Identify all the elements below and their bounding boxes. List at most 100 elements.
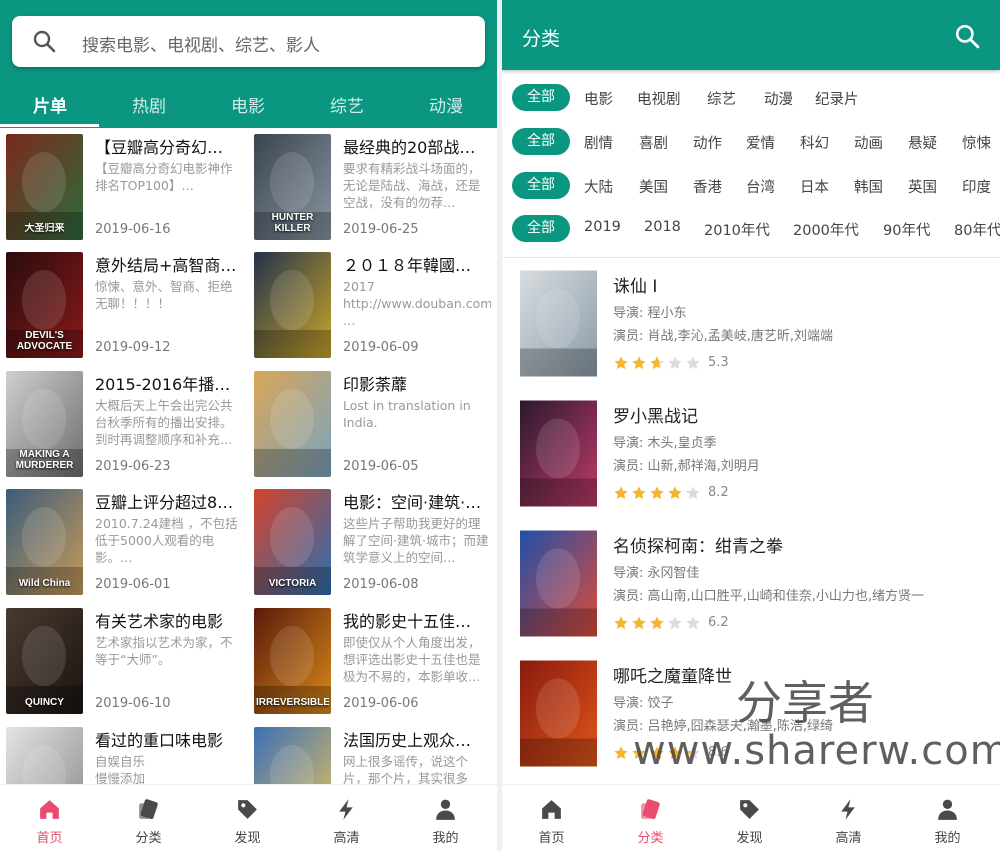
playlist-title: 电影：空间·建筑·… — [343, 493, 482, 512]
playlist-card[interactable]: 印影荼蘼 Lost in translation in India. 2019-06… — [248, 365, 490, 480]
movie-item[interactable]: 名侦探柯南：绀青之拳 导演: 永冈智佳 演员: 高山南,山口胜平,山崎和佳奈,小山力… — [502, 518, 1000, 648]
filter-option[interactable]: 英国 — [908, 176, 937, 197]
tab-playlists[interactable]: 片单 — [0, 92, 100, 117]
poster-text: DEVIL'S ADVOCATE — [16, 330, 73, 352]
filter-option[interactable]: 科幻 — [800, 132, 829, 153]
playlist-poster[interactable] — [254, 371, 331, 477]
filter-option[interactable]: 电影 — [584, 88, 613, 109]
nav-item-lightning[interactable]: 高清 — [297, 785, 396, 851]
playlist-card[interactable]: 大圣归来 【豆瓣高分奇幻… 【豆瓣高分奇幻电影神作排名TOP100】… 2019-06… — [0, 128, 242, 243]
filter-all-pill[interactable]: 全部 — [512, 215, 570, 242]
playlist-card[interactable]: VICTORIA 电影：空间·建筑·… 这些片子帮助我更好的理解了空间·建筑·城市；… — [248, 483, 490, 598]
filter-option[interactable]: 爱情 — [746, 132, 775, 153]
playlist-title: 2015-2016年播… — [95, 375, 231, 394]
bottom-nav: 首页 分类 发现 高清 我的 — [0, 784, 497, 851]
filter-option[interactable]: 80年代 — [954, 219, 1000, 240]
playlist-date: 2019-06-16 — [95, 222, 171, 237]
filter-option[interactable]: 美国 — [639, 176, 668, 197]
filter-option[interactable]: 2010年代 — [704, 219, 770, 240]
star-icon — [631, 745, 647, 761]
movie-item[interactable]: 诛仙 Ⅰ 导演: 程小东 演员: 肖战,李沁,孟美岐,唐艺昕,刘端端 5.3 — [502, 258, 1000, 388]
search-icon[interactable] — [32, 29, 56, 53]
nav-item-tag[interactable]: 发现 — [198, 785, 297, 851]
movie-item[interactable]: 哪吒之魔童降世 导演: 饺子 演员: 吕艳婷,囧森瑟夫,瀚墨,陈浩,绿绮 8.6 — [502, 648, 1000, 778]
playlist-card[interactable]: 法国历史上观众… 网上很多谣传，说这个片，那个片，其实很多 — [248, 721, 490, 784]
tab-hot-series[interactable]: 热剧 — [99, 92, 199, 117]
filter-option[interactable]: 90年代 — [883, 219, 930, 240]
search-icon[interactable] — [954, 23, 980, 49]
filter-option[interactable]: 电视剧 — [637, 88, 681, 109]
movie-poster[interactable] — [520, 400, 597, 507]
filter-option[interactable]: 动画 — [854, 132, 883, 153]
playlist-card[interactable]: IRREVERSIBLE 我的影史十五佳… 即使仅从个人角度出发，想评选出影史十五佳… — [248, 602, 490, 717]
filter-option[interactable]: 日本 — [800, 176, 829, 197]
playlist-poster[interactable]: VICTORIA — [254, 489, 331, 595]
playlist-title: ２０１８年韓國… — [343, 256, 472, 275]
filter-option[interactable]: 惊悚 — [962, 132, 991, 153]
filter-option[interactable]: 喜剧 — [639, 132, 668, 153]
playlist-poster[interactable]: DEVIL'S ADVOCATE — [6, 252, 83, 358]
movie-poster[interactable] — [520, 270, 597, 377]
home-icon — [542, 800, 561, 819]
filter-option[interactable]: 2018 — [644, 219, 681, 235]
nav-item-home[interactable]: 首页 — [502, 785, 601, 851]
playlist-poster[interactable] — [254, 252, 331, 358]
movie-item[interactable]: 罗小黑战记 导演: 木头,皇贞季 演员: 山新,郝祥海,刘明月 8.2 — [502, 388, 1000, 518]
tab-variety[interactable]: 综艺 — [297, 92, 397, 117]
playlist-card[interactable]: IN MIND-BLOWING 3D 看过的重口味电影自娱自乐 慢慢添加 — [0, 721, 242, 784]
filter-option[interactable]: 台湾 — [746, 176, 775, 197]
filter-option[interactable]: 综艺 — [707, 88, 736, 109]
nav-item-home[interactable]: 首页 — [0, 785, 99, 851]
playlist-poster[interactable] — [254, 727, 331, 784]
star-icon — [685, 745, 701, 761]
playlist-title: 意外结局+高智商… — [95, 256, 237, 275]
nav-item-person[interactable]: 我的 — [898, 785, 997, 851]
filter-option[interactable]: 剧情 — [584, 132, 613, 153]
movie-poster[interactable] — [520, 530, 597, 637]
movie-poster[interactable] — [520, 660, 597, 767]
star-icon — [667, 745, 683, 761]
movie-director: 导演: 饺子 — [613, 696, 674, 711]
filter-option[interactable]: 大陆 — [584, 176, 613, 197]
filter-option[interactable]: 悬疑 — [908, 132, 937, 153]
filter-option[interactable]: 印度 — [962, 176, 991, 197]
playlist-card[interactable]: ２０１８年韓國… 2017 http://www.douban.com/douli… — [248, 246, 491, 361]
star-icon — [613, 485, 629, 501]
tag-icon — [238, 800, 257, 819]
playlist-poster[interactable]: MAKING A MURDERER — [6, 371, 83, 477]
search-bar[interactable]: 搜索电影、电视剧、综艺、影人 — [12, 16, 485, 67]
filter-all-pill[interactable]: 全部 — [512, 128, 570, 155]
playlist-card[interactable]: QUINCY 有关艺术家的电影 艺术家指以艺术为家，不等于“大师”。 2019-06-… — [0, 602, 242, 717]
filter-option[interactable]: 香港 — [693, 176, 722, 197]
playlist-card[interactable]: DEVIL'S ADVOCATE 意外结局+高智商… 惊悚、意外、智商、拒绝无聊！！… — [0, 246, 242, 361]
nav-item-tag[interactable]: 发现 — [700, 785, 799, 851]
playlist-poster[interactable]: Wild China — [6, 489, 83, 595]
filter-option[interactable]: 韩国 — [854, 176, 883, 197]
filter-option[interactable]: 2019 — [584, 219, 621, 235]
playlist-description: 惊悚、意外、智商、拒绝无聊！！！！ — [95, 279, 233, 311]
filter-all-pill[interactable]: 全部 — [512, 84, 570, 111]
nav-item-category[interactable]: 分类 — [601, 785, 700, 851]
filter-option[interactable]: 动漫 — [764, 88, 793, 109]
movie-actors: 演员: 高山南,山口胜平,山崎和佳奈,小山力也,绪方贤一 — [613, 589, 925, 604]
playlist-card[interactable]: Wild China 豆瓣上评分超过8… 2010.7.24建档 ，不包括低于500… — [0, 483, 242, 598]
tab-movies[interactable]: 电影 — [198, 92, 298, 117]
playlist-card[interactable]: HUNTER KILLER 最经典的20部战… 要求有精彩战斗场面的，无论是陆战、海… — [248, 128, 490, 243]
playlist-date: 2019-06-09 — [343, 340, 419, 355]
filter-all-pill[interactable]: 全部 — [512, 172, 570, 199]
playlist-description: 网上很多谣传，说这个片，那个片，其实很多 — [343, 754, 469, 784]
playlist-poster[interactable]: IRREVERSIBLE — [254, 608, 331, 714]
filter-option[interactable]: 纪录片 — [815, 88, 859, 109]
tab-anime[interactable]: 动漫 — [396, 92, 496, 117]
playlist-poster[interactable]: QUINCY — [6, 608, 83, 714]
filter-option[interactable]: 2000年代 — [793, 219, 859, 240]
playlist-poster[interactable]: IN MIND-BLOWING 3D — [6, 727, 83, 784]
playlist-card[interactable]: MAKING A MURDERER 2015-2016年播… 大概后天上午会出完公共… — [0, 365, 242, 480]
playlist-poster[interactable]: 大圣归来 — [6, 134, 83, 240]
nav-item-category[interactable]: 分类 — [99, 785, 198, 851]
nav-item-lightning[interactable]: 高清 — [799, 785, 898, 851]
playlist-poster[interactable]: HUNTER KILLER — [254, 134, 331, 240]
screenshot-pair: 搜索电影、电视剧、综艺、影人 片单 热剧 电影 综艺 动漫 大圣归来 【豆瓣高分奇… — [0, 0, 1000, 851]
filter-option[interactable]: 动作 — [693, 132, 722, 153]
nav-item-person[interactable]: 我的 — [396, 785, 495, 851]
